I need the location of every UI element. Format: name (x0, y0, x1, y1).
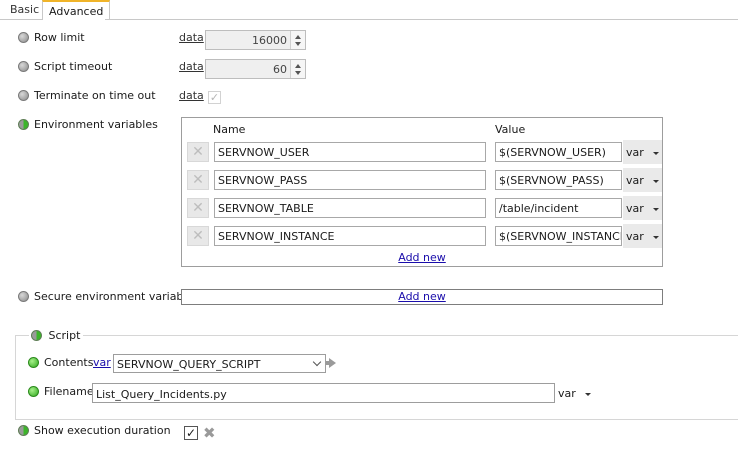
terminate-status-icon (18, 90, 29, 101)
row-limit-status-icon (18, 32, 29, 43)
row-limit-label: Row limit (34, 31, 85, 44)
filename-label: Filename (44, 385, 94, 398)
env-type-dropdown[interactable]: var (623, 168, 662, 192)
script-timeout-value: 60 (273, 63, 287, 76)
env-name-field[interactable]: SERVNOW_TABLE (214, 198, 486, 218)
filename-type-label: var (558, 387, 576, 400)
env-vars-status-icon (18, 119, 29, 130)
env-type-label: var (626, 146, 644, 159)
chevron-down-icon (652, 151, 659, 155)
env-type-label: var (626, 230, 644, 243)
env-name-field[interactable]: SERVNOW_USER (214, 142, 486, 162)
go-to-arrow-icon[interactable] (329, 358, 336, 368)
contents-mode-link[interactable]: var (93, 356, 111, 369)
delete-row-icon[interactable]: ✕ (187, 226, 209, 246)
env-vars-label: Environment variables (34, 118, 158, 131)
delete-row-icon[interactable]: ✕ (187, 198, 209, 218)
script-group (15, 335, 738, 420)
script-timeout-label: Script timeout (34, 60, 113, 73)
secure-env-label: Secure environment variables (34, 290, 199, 303)
env-row: ✕ SERVNOW_INSTANCE $(SERVNOW_INSTANCE) v… (186, 224, 662, 248)
tab-advanced[interactable]: Advanced (42, 0, 111, 20)
env-value-field[interactable]: $(SERVNOW_INSTANCE) (495, 226, 622, 246)
env-col-value-header: Value (495, 123, 526, 136)
filename-status-icon (28, 386, 39, 397)
secure-env-add-new-link[interactable]: Add new (398, 290, 446, 303)
spin-down-icon[interactable] (295, 71, 301, 75)
chevron-down-icon (312, 357, 322, 367)
tab-basic[interactable]: Basic (4, 0, 45, 19)
env-type-label: var (626, 174, 644, 187)
env-type-dropdown[interactable]: var (623, 140, 662, 164)
env-value-field[interactable]: $(SERVNOW_USER) (495, 142, 622, 162)
chevron-down-icon (652, 207, 659, 211)
script-group-label: Script (48, 329, 81, 342)
env-value-field[interactable]: /table/incident (495, 198, 622, 218)
env-row: ✕ SERVNOW_PASS $(SERVNOW_PASS) var (186, 168, 662, 192)
contents-label: Contents (44, 356, 94, 369)
script-timeout-stepper[interactable]: 60 (205, 59, 306, 79)
script-group-title: Script (29, 329, 84, 342)
secure-env-table: Add new (181, 289, 663, 305)
spin-up-icon[interactable] (295, 35, 301, 39)
secure-env-status-icon (18, 291, 29, 302)
delete-row-icon[interactable]: ✕ (187, 170, 209, 190)
contents-select-value: SERVNOW_QUERY_SCRIPT (117, 358, 261, 371)
delete-row-icon[interactable]: ✕ (187, 142, 209, 162)
script-status-icon (31, 329, 42, 341)
tab-divider (0, 19, 738, 20)
env-name-field[interactable]: SERVNOW_INSTANCE (214, 226, 486, 246)
clear-icon[interactable]: ✖ (203, 424, 216, 442)
contents-select[interactable]: SERVNOW_QUERY_SCRIPT (113, 354, 326, 373)
row-limit-stepper[interactable]: 16000 (205, 30, 306, 50)
filename-input[interactable]: List_Query_Incidents.py (92, 383, 555, 403)
row-limit-value: 16000 (252, 34, 287, 47)
row-limit-mode-link[interactable]: data (179, 31, 204, 44)
env-type-label: var (626, 202, 644, 215)
chevron-down-icon (584, 392, 591, 396)
terminate-checkbox[interactable]: ✓ (208, 91, 221, 104)
env-vars-table: Name Value ✕ SERVNOW_USER $(SERVNOW_USER… (181, 117, 663, 267)
filename-type-dropdown[interactable]: var (558, 387, 591, 400)
script-timeout-mode-link[interactable]: data (179, 60, 204, 73)
terminate-mode-link[interactable]: data (179, 89, 204, 102)
contents-status-icon (28, 357, 39, 368)
row-limit-spin-arrows[interactable] (290, 31, 305, 49)
env-row: ✕ SERVNOW_USER $(SERVNOW_USER) var (186, 140, 662, 164)
terminate-label: Terminate on time out (34, 89, 156, 102)
env-type-dropdown[interactable]: var (623, 196, 662, 220)
spin-down-icon[interactable] (295, 42, 301, 46)
exec-duration-checkbox[interactable]: ✓ (184, 426, 198, 440)
exec-duration-label: Show execution duration (34, 424, 171, 437)
script-timeout-spin-arrows[interactable] (290, 60, 305, 78)
env-row: ✕ SERVNOW_TABLE /table/incident var (186, 196, 662, 220)
script-timeout-status-icon (18, 61, 29, 72)
chevron-down-icon (652, 235, 659, 239)
spin-up-icon[interactable] (295, 64, 301, 68)
env-col-name-header: Name (213, 123, 246, 136)
env-add-new-link[interactable]: Add new (398, 251, 446, 264)
env-type-dropdown[interactable]: var (623, 224, 662, 248)
env-name-field[interactable]: SERVNOW_PASS (214, 170, 486, 190)
exec-duration-status-icon (18, 425, 29, 436)
env-value-field[interactable]: $(SERVNOW_PASS) (495, 170, 622, 190)
chevron-down-icon (652, 179, 659, 183)
